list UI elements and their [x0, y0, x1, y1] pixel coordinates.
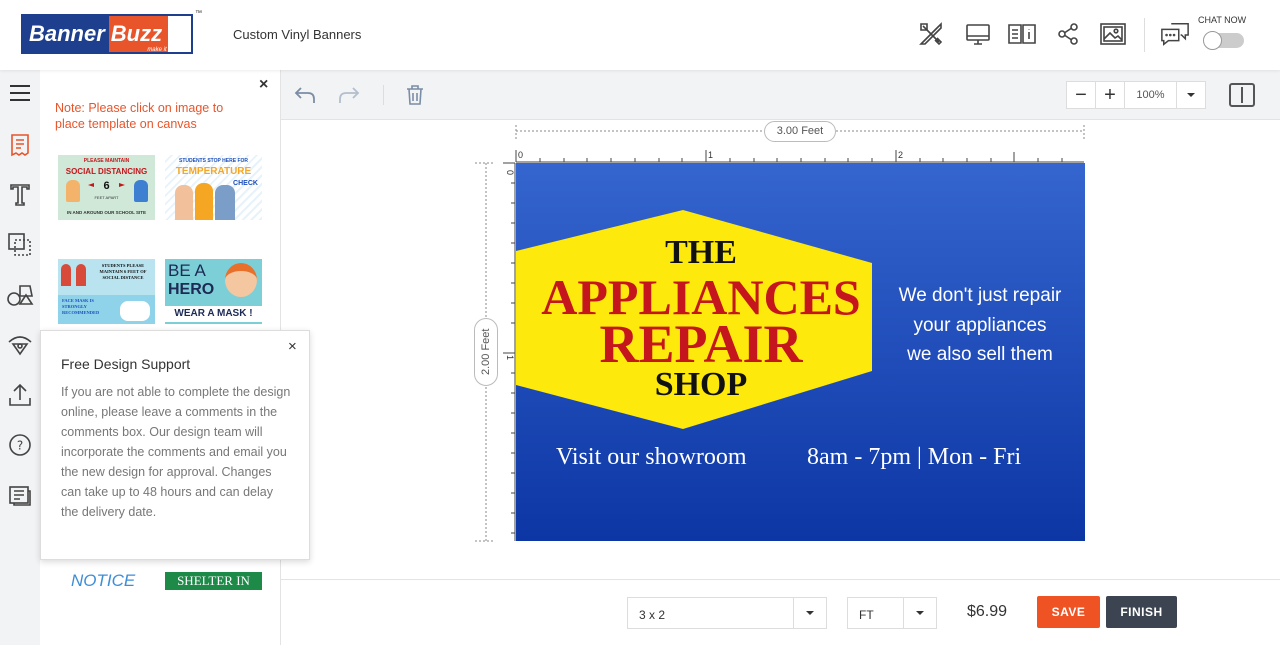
redo-icon[interactable]: [336, 82, 362, 108]
banner-visit-showroom[interactable]: Visit our showroom: [556, 442, 747, 472]
thumb3-student-b-icon: [76, 264, 86, 286]
ruler-top-label-1: 1: [708, 150, 713, 160]
thumb1-arrow-left-icon: [88, 183, 94, 187]
size-select-value: 3 x 2: [639, 608, 666, 622]
banner-design-canvas[interactable]: THE APPLIANCES REPAIR SHOP We don't just…: [516, 163, 1085, 541]
logo-part1: Banner: [23, 16, 109, 52]
delete-icon[interactable]: [402, 82, 428, 108]
clipart-icon[interactable]: [5, 330, 35, 360]
thumb2-person-right-icon: [215, 185, 235, 220]
thumb2-person-middle-icon: [195, 183, 213, 220]
support-popup-title: Free Design Support: [61, 356, 191, 372]
width-dimension-label: 3.00 Feet: [764, 121, 836, 142]
layers-icon[interactable]: [5, 230, 35, 260]
top-header: Banner Buzz make it visible ™ Custom Vin…: [0, 0, 1280, 70]
free-design-support-popup: Free Design Support × If you are not abl…: [40, 330, 310, 560]
ruler-left-label-1: 1: [505, 355, 515, 360]
thumb1-line5: IN AND AROUND OUR SCHOOL SITE: [66, 210, 147, 215]
logo-trademark: ™: [195, 10, 202, 17]
design-tools-icon[interactable]: [916, 19, 946, 49]
finish-button[interactable]: FINISH: [1106, 596, 1177, 628]
thumb4-line1: BE A: [168, 261, 206, 280]
template-thumb-students-distance[interactable]: STUDENTS PLEASE MAINTAIN 6 FEET OF SOCIA…: [58, 259, 155, 324]
thumb1-line3: 6: [103, 180, 110, 192]
share-icon[interactable]: [1053, 19, 1083, 49]
thumb1-arrow-right-icon: [119, 183, 125, 187]
banner-line-the[interactable]: THE: [516, 233, 886, 273]
image-gallery-icon[interactable]: [1098, 19, 1128, 49]
thumb1-line2: SOCIAL DISTANCING: [65, 167, 148, 176]
unit-select-value: FT: [859, 608, 874, 622]
price-value: $6.99: [967, 603, 1008, 620]
toolbar-divider: [383, 85, 384, 105]
help-icon[interactable]: ?: [5, 430, 35, 460]
thumb2-line1: STUDENTS STOP HERE FOR: [179, 158, 248, 164]
thumb3-student-a-icon: [61, 264, 71, 286]
unit-select[interactable]: FT: [847, 597, 937, 629]
thumb2-person-left-icon: [175, 185, 193, 220]
chat-icon[interactable]: [1160, 20, 1190, 50]
templates-panel-close-button[interactable]: ×: [259, 76, 268, 94]
thumb2-line2: TEMPERATURE: [175, 166, 252, 177]
editor-footer: 3 x 2 FT $6.99 SAVE FINISH: [281, 579, 1280, 645]
chat-toggle[interactable]: [1203, 31, 1244, 50]
header-divider: [1144, 18, 1145, 52]
spec-book-icon[interactable]: [1007, 19, 1037, 49]
zoom-control: − + 100%: [1066, 81, 1206, 109]
thumb3-line2: FACE MASK IS STRONGLY RECOMMENDED: [62, 298, 100, 315]
template-thumb-temperature-check[interactable]: STUDENTS STOP HERE FOR TEMPERATURE CHECK: [165, 155, 262, 220]
height-dimension-label: 2.00 Feet: [474, 318, 498, 386]
bannerbuzz-logo[interactable]: Banner Buzz make it visible ™: [21, 10, 202, 54]
preview-monitor-icon[interactable]: [963, 19, 993, 49]
support-popup-body: If you are not able to complete the desi…: [61, 385, 291, 519]
shapes-icon[interactable]: [5, 280, 35, 310]
templates-note: Note: Please click on image to place tem…: [55, 101, 224, 131]
editor-toolbar: − + 100%: [281, 70, 1280, 120]
ruler-top-label-2: 2: [898, 150, 903, 160]
chat-now-label: CHAT NOW: [1198, 15, 1247, 25]
banner-tagline-2[interactable]: your appliances: [881, 314, 1079, 338]
templates-icon[interactable]: [5, 130, 35, 160]
left-tool-rail: ?: [0, 70, 40, 645]
thumb1-line4: FEET APART: [94, 195, 119, 200]
banner-tagline-1[interactable]: We don't just repair: [881, 284, 1079, 308]
template-thumb-shelter-in-place[interactable]: SHELTER IN PLACE: [165, 572, 262, 590]
template-thumb-be-a-hero[interactable]: BE A HERO WEAR A MASK !: [165, 259, 262, 324]
thumb4-line3: WEAR A MASK !: [165, 306, 262, 322]
template-thumb-social-distancing[interactable]: PLEASE MAINTAIN SOCIAL DISTANCING 6 FEET…: [58, 155, 155, 220]
ruler-top-label-0: 0: [518, 150, 523, 160]
save-button[interactable]: SAVE: [1037, 596, 1100, 628]
size-select[interactable]: 3 x 2: [627, 597, 827, 629]
upload-icon[interactable]: [5, 380, 35, 410]
text-icon[interactable]: [5, 180, 35, 210]
ruler-left-label-0: 0: [505, 170, 515, 175]
zoom-out-button[interactable]: −: [1067, 82, 1096, 108]
logo-tagline: make it visible: [147, 47, 185, 53]
split-view-icon[interactable]: [1229, 83, 1255, 107]
template-thumb-notice[interactable]: NOTICE: [71, 571, 135, 591]
zoom-in-button[interactable]: +: [1096, 82, 1125, 108]
zoom-dropdown-icon[interactable]: [1177, 82, 1205, 108]
undo-icon[interactable]: [292, 82, 318, 108]
unit-select-chevron-down-icon: [903, 598, 936, 628]
thumb4-face-icon: [225, 263, 257, 297]
banner-hours[interactable]: 8am - 7pm | Mon - Fri: [807, 442, 1021, 472]
support-popup-close-button[interactable]: ×: [288, 338, 297, 355]
thumb1-line1: PLEASE MAINTAIN: [83, 158, 130, 164]
svg-text:?: ?: [17, 439, 23, 453]
thumb3-mask-icon: [120, 301, 150, 321]
zoom-value[interactable]: 100%: [1125, 82, 1177, 108]
product-name: Custom Vinyl Banners: [233, 27, 362, 42]
size-select-chevron-down-icon: [793, 598, 826, 628]
banner-tagline-3[interactable]: we also sell them: [881, 343, 1079, 367]
thumb4-line2: HERO: [168, 281, 215, 298]
banner-line-shop[interactable]: SHOP: [516, 365, 886, 405]
thumb3-line1: STUDENTS PLEASE MAINTAIN 6 FEET OF SOCIA…: [99, 263, 147, 280]
comments-icon[interactable]: [5, 480, 35, 510]
chat-toggle-knob: [1203, 31, 1222, 50]
menu-icon[interactable]: [5, 78, 35, 108]
thumb2-line3: CHECK: [233, 180, 258, 187]
